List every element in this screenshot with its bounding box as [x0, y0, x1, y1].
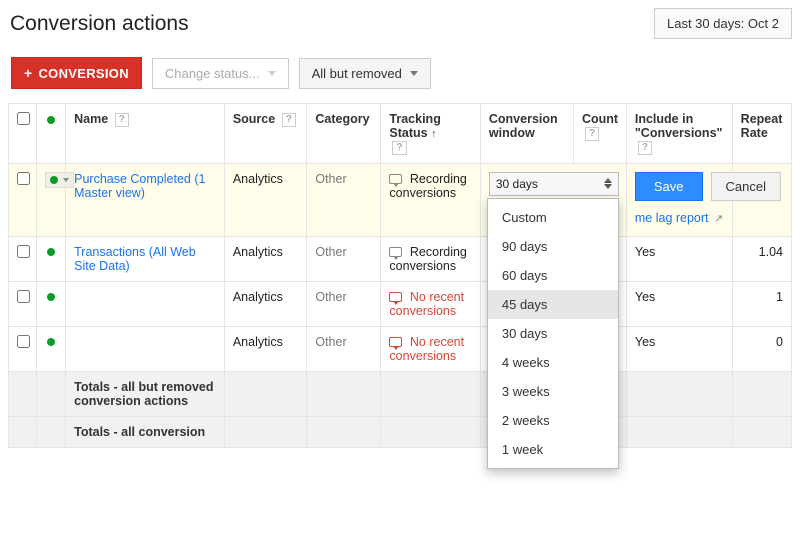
table-row: Analytics Other No recent conversions Ye…: [9, 326, 792, 371]
category-cell: Other: [315, 245, 346, 259]
chevron-down-icon: [268, 71, 276, 76]
change-status-button: Change status...: [152, 58, 289, 89]
date-range-picker[interactable]: Last 30 days: Oct 2: [654, 8, 792, 39]
stepper-icon: [604, 178, 612, 189]
col-window-label: Conversion window: [489, 112, 558, 140]
conversion-name-link[interactable]: Transactions (All Web Site Data): [74, 245, 196, 273]
sort-arrow-up-icon: ↑: [431, 128, 437, 140]
col-name-label: Name: [74, 112, 108, 126]
category-cell: Other: [315, 335, 346, 349]
totals-label: Totals - all but removed conversion acti…: [66, 371, 225, 416]
add-conversion-button[interactable]: + CONVERSION: [11, 57, 142, 89]
dropdown-option[interactable]: 30 days: [488, 319, 618, 348]
source-cell: Analytics: [224, 281, 307, 326]
repeat-cell: 1.04: [732, 236, 791, 281]
table-row: Transactions (All Web Site Data) Analyti…: [9, 236, 792, 281]
add-conversion-label: CONVERSION: [38, 66, 128, 81]
chat-icon: [389, 247, 402, 257]
time-lag-link[interactable]: me lag report: [635, 211, 709, 225]
dropdown-option[interactable]: 90 days: [488, 232, 618, 261]
status-dot-icon: [50, 176, 58, 184]
help-icon[interactable]: ?: [282, 113, 296, 127]
help-icon[interactable]: ?: [115, 113, 129, 127]
dropdown-option[interactable]: 45 days: [488, 290, 618, 319]
col-include-label: Include in "Conversions": [635, 112, 723, 140]
status-dot-icon: [47, 116, 55, 124]
include-cell: Yes: [626, 281, 732, 326]
dropdown-option[interactable]: 60 days: [488, 261, 618, 290]
dropdown-option[interactable]: 2 weeks: [488, 406, 618, 435]
include-cell: Yes: [626, 236, 732, 281]
totals-row: Totals - all conversion: [9, 416, 792, 447]
source-cell: Analytics: [224, 236, 307, 281]
col-count-label: Count: [582, 112, 618, 126]
totals-row: Totals - all but removed conversion acti…: [9, 371, 792, 416]
filter-label: All but removed: [312, 66, 402, 81]
col-source-label: Source: [233, 112, 275, 126]
status-dot-icon: [47, 338, 55, 346]
repeat-cell: 1: [732, 281, 791, 326]
repeat-cell: 0: [732, 326, 791, 371]
help-icon[interactable]: ?: [392, 141, 406, 155]
conversion-window-dropdown: Custom 90 days 60 days 45 days 30 days 4…: [487, 198, 619, 469]
col-repeat-label: Repeat Rate: [741, 112, 783, 140]
totals-label: Totals - all conversion: [66, 416, 225, 447]
chat-icon: [389, 337, 402, 347]
table-row: Analytics Other No recent conversions Ye…: [9, 281, 792, 326]
chat-icon: [389, 292, 402, 302]
conversions-table: Name ? Source ? Category Tracking Status…: [8, 103, 792, 448]
plus-icon: +: [24, 65, 32, 81]
dropdown-option[interactable]: 3 weeks: [488, 377, 618, 406]
col-category-label: Category: [315, 112, 369, 126]
include-cell: Yes: [626, 326, 732, 371]
external-link-icon: ↗: [714, 213, 723, 225]
status-dot-icon: [47, 248, 55, 256]
row-checkbox[interactable]: [17, 245, 30, 258]
change-status-label: Change status...: [165, 66, 260, 81]
source-cell: Analytics: [224, 163, 307, 236]
source-cell: Analytics: [224, 326, 307, 371]
category-cell: Other: [315, 290, 346, 304]
dropdown-option[interactable]: 1 week: [488, 435, 618, 464]
help-icon[interactable]: ?: [638, 141, 652, 155]
category-cell: Other: [315, 172, 346, 186]
conversion-name-link[interactable]: Purchase Completed (1 Master view): [74, 172, 205, 200]
row-checkbox[interactable]: [17, 290, 30, 303]
select-value: 30 days: [496, 177, 538, 191]
row-checkbox[interactable]: [17, 335, 30, 348]
dropdown-option[interactable]: Custom: [488, 203, 618, 232]
dropdown-option[interactable]: 4 weeks: [488, 348, 618, 377]
table-row: Purchase Completed (1 Master view) Analy…: [9, 163, 792, 236]
filter-button[interactable]: All but removed: [299, 58, 431, 89]
save-button[interactable]: Save: [635, 172, 703, 201]
conversion-window-select[interactable]: 30 days: [489, 172, 619, 196]
help-icon[interactable]: ?: [585, 127, 599, 141]
chevron-down-icon: [410, 71, 418, 76]
select-all-checkbox[interactable]: [17, 112, 30, 125]
row-checkbox[interactable]: [17, 172, 30, 185]
page-title: Conversion actions: [10, 12, 189, 36]
status-dot-icon: [47, 293, 55, 301]
chat-icon: [389, 174, 402, 184]
